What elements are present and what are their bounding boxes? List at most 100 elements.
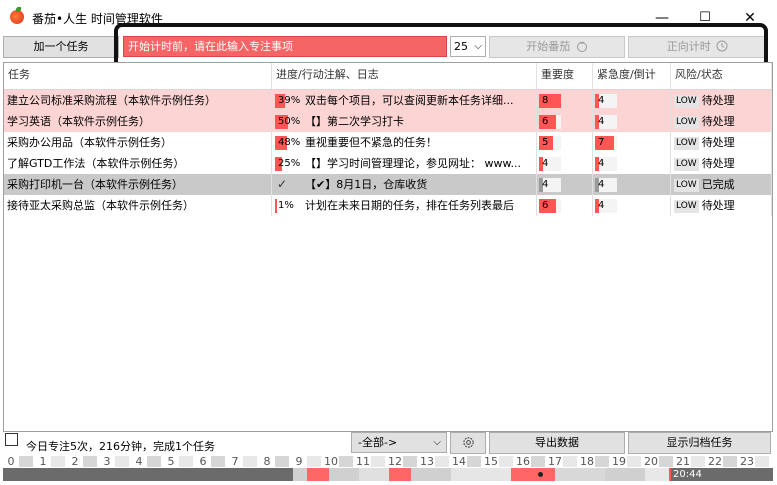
hour-label: 6 (199, 455, 207, 468)
importance-badge: 5 (539, 136, 561, 150)
hour-shade (307, 456, 321, 467)
level-text: 8 (542, 95, 549, 106)
urgency-cell: 4 (593, 111, 671, 132)
hour-label: 20 (644, 455, 658, 468)
risk-status-cell: LOW 待处理 (671, 153, 772, 174)
hour-label: 1 (39, 455, 47, 468)
progress-note-cell: 39% 双击每个项目，可以查阅更新本任务详细... (272, 90, 537, 111)
hour-label: 15 (484, 455, 498, 468)
progress-note-cell: 25% 【】学习时间管理理论，参见网址： www... (272, 153, 537, 174)
level-text: 7 (598, 137, 605, 148)
header-progress[interactable]: 进度/行动注解、日志 (272, 63, 537, 89)
hour-shade (403, 456, 417, 467)
table-row[interactable]: 建立公司标准采购流程（本软件示例任务） 39% 双击每个项目，可以查阅更新本任务详细… (4, 90, 772, 111)
risk-badge: LOW (674, 157, 699, 171)
hour-shade (659, 456, 673, 467)
timeline-bar: 20:44 (3, 468, 773, 481)
hour-label: 22 (708, 455, 722, 468)
hour-label: 12 (388, 455, 402, 468)
progress-text: 1% (278, 200, 294, 211)
importance-cell: 6 (537, 111, 593, 132)
daily-stats: 今日专注5次，216分钟，完成1个任务 (26, 440, 215, 453)
timeline-segment (555, 468, 605, 481)
show-completed-checkbox[interactable] (5, 433, 18, 446)
importance-badge: 6 (539, 199, 561, 213)
export-data-button[interactable]: 导出数据 (489, 432, 625, 454)
task-name-cell: 学习英语（本软件示例任务） (4, 111, 272, 132)
progress-text: 25% (278, 158, 301, 169)
level-text: 4 (542, 179, 549, 190)
header-urgency[interactable]: 紧急度/倒计 (593, 63, 671, 89)
hour-shade (275, 456, 289, 467)
task-name-cell: 采购打印机一台（本软件示例任务） (4, 174, 272, 195)
urgency-cell: 7 (593, 132, 671, 153)
chevron-down-icon: ⌵ (433, 437, 441, 448)
hour-shade (595, 456, 609, 467)
hour-shade (563, 456, 577, 467)
table-row[interactable]: 了解GTD工作法（本软件示例任务） 25% 【】学习时间管理理论，参见网址： www… (4, 153, 772, 174)
hour-label: 17 (548, 455, 562, 468)
table-row[interactable]: 采购打印机一台（本软件示例任务） ✓ 【✔】8月1日，仓库收货 4 4 LOW 已完成 (4, 174, 772, 195)
note-text: 计划在未来日期的任务，排在任务列表最后 (305, 199, 514, 212)
importance-cell: 8 (537, 90, 593, 111)
level-text: 4 (598, 116, 605, 127)
status-text: 待处理 (701, 157, 735, 170)
add-task-button[interactable]: 加一个任务 (3, 36, 119, 58)
hour-label: 13 (420, 455, 434, 468)
urgency-badge: 4 (595, 178, 617, 192)
importance-badge: 8 (539, 94, 561, 108)
progress-text: 50% (278, 116, 301, 127)
hour-label: 7 (231, 455, 239, 468)
table-row[interactable]: 接待亚太采购总监（本软件示例任务） 1% 计划在未来日期的任务，排在任务列表最后 6 4… (4, 195, 772, 216)
urgency-cell: 4 (593, 174, 671, 195)
done-check-icon: ✓ (277, 177, 288, 191)
progress-badge: 25% (275, 157, 301, 171)
header-risk-status[interactable]: 风险/状态 (671, 63, 772, 89)
task-name-cell: 建立公司标准采购流程（本软件示例任务） (4, 90, 272, 111)
task-name-cell: 采购办公用品（本软件示例任务） (4, 132, 272, 153)
hour-label: 18 (580, 455, 594, 468)
level-text: 4 (598, 200, 605, 211)
timeline-segment (329, 468, 359, 481)
task-name-cell: 接待亚太采购总监（本软件示例任务） (4, 195, 272, 216)
table-header: 任务 进度/行动注解、日志 重要度 紧急度/倒计 风险/状态 (4, 63, 772, 90)
hour-shade (179, 456, 193, 467)
risk-status-cell: LOW 待处理 (671, 132, 772, 153)
hour-shade (147, 456, 161, 467)
hour-shade (83, 456, 97, 467)
hour-shade (115, 456, 129, 467)
header-task[interactable]: 任务 (4, 63, 272, 89)
timeline-segment (389, 468, 411, 481)
hour-shade (499, 456, 513, 467)
timeline-segment (451, 468, 511, 481)
header-importance[interactable]: 重要度 (537, 63, 593, 89)
progress-text: 39% (278, 95, 301, 106)
urgency-cell: 4 (593, 90, 671, 111)
hour-shade (19, 456, 33, 467)
level-text: 5 (542, 137, 549, 148)
task-table: 任务 进度/行动注解、日志 重要度 紧急度/倒计 风险/状态 建立公司标准采购流… (3, 62, 773, 432)
importance-badge: 4 (539, 157, 561, 171)
risk-badge: LOW (674, 115, 699, 129)
level-text: 6 (542, 200, 549, 211)
risk-status-cell: LOW 待处理 (671, 111, 772, 132)
risk-status-cell: LOW 待处理 (671, 90, 772, 111)
risk-badge: LOW (674, 136, 699, 150)
show-archive-button[interactable]: 显示归档任务 (628, 432, 771, 454)
settings-button[interactable] (450, 432, 486, 454)
note-text: 重视重要但不紧急的任务！ (305, 136, 437, 149)
hour-shade (467, 456, 481, 467)
timeline-segment (359, 468, 389, 481)
table-row[interactable]: 采购办公用品（本软件示例任务） 48% 重视重要但不紧急的任务！ 5 7 LOW 待处理 (4, 132, 772, 153)
hour-shade (691, 456, 705, 467)
table-row[interactable]: 学习英语（本软件示例任务） 50% 【】第二次学习打卡 6 4 LOW 待处理 (4, 111, 772, 132)
hour-label: 3 (103, 455, 111, 468)
urgency-badge: 7 (595, 136, 617, 150)
hour-label: 0 (7, 455, 15, 468)
progress-note-cell: 50% 【】第二次学习打卡 (272, 111, 537, 132)
hour-shade (243, 456, 257, 467)
filter-select[interactable]: -全部-> ⌵ (351, 432, 447, 453)
note-text: 【】第二次学习打卡 (305, 115, 404, 128)
status-text: 待处理 (701, 136, 735, 149)
risk-status-cell: LOW 已完成 (671, 174, 772, 195)
